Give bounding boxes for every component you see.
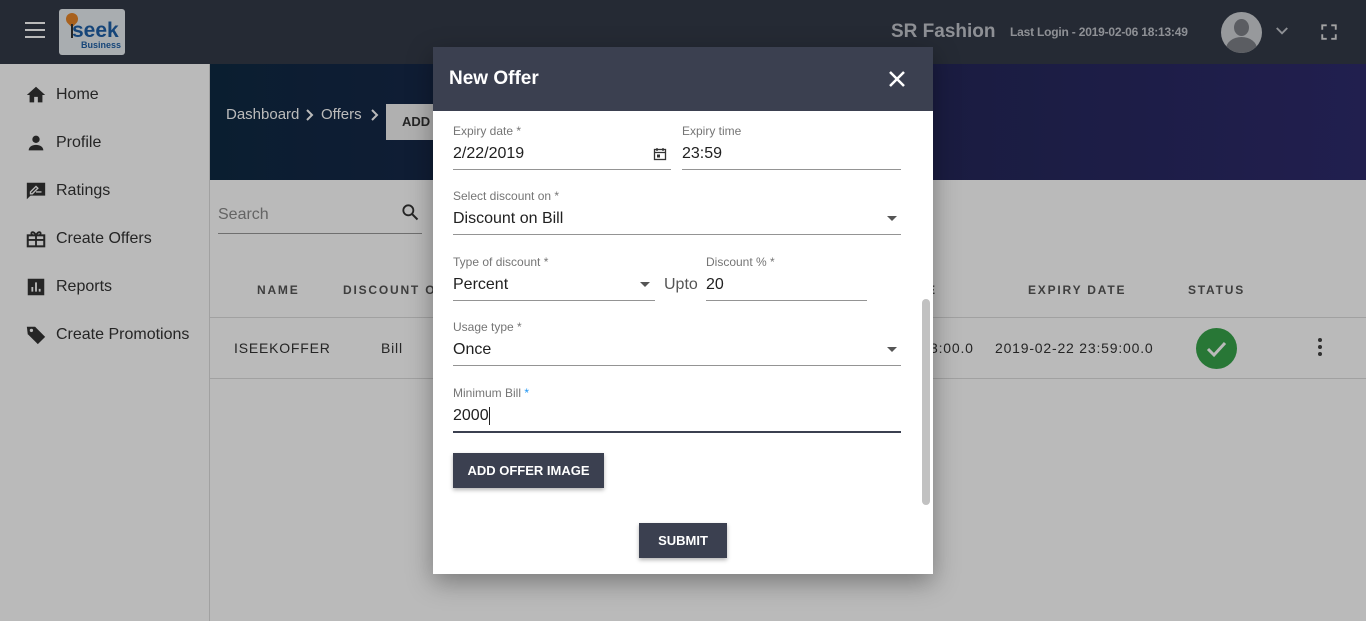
- minimum-bill-field[interactable]: 2000: [453, 407, 489, 425]
- discount-type-select[interactable]: Percent: [453, 276, 508, 294]
- expiry-time-field[interactable]: 23:59: [682, 145, 722, 163]
- required-asterisk: *: [524, 386, 530, 400]
- new-offer-dialog: New Offer Expiry date * 2/22/2019 Expiry…: [433, 47, 933, 574]
- minimum-bill-label: Minimum Bill *: [453, 386, 530, 400]
- dialog-scrollbar[interactable]: [922, 299, 930, 505]
- text-cursor: [489, 407, 490, 425]
- close-icon[interactable]: [887, 69, 907, 89]
- discount-percent-label: Discount % *: [706, 255, 775, 269]
- dialog-header: New Offer: [433, 47, 933, 111]
- dropdown-arrow-icon[interactable]: [887, 347, 897, 352]
- usage-type-label: Usage type *: [453, 320, 522, 334]
- discount-on-label: Select discount on *: [453, 189, 560, 203]
- submit-button[interactable]: SUBMIT: [639, 523, 727, 558]
- dropdown-arrow-icon[interactable]: [640, 282, 650, 287]
- dialog-title: New Offer: [449, 68, 539, 89]
- expiry-date-field[interactable]: 2/22/2019: [453, 145, 524, 163]
- calendar-icon[interactable]: [653, 147, 667, 161]
- discount-on-select[interactable]: Discount on Bill: [453, 210, 563, 228]
- expiry-time-label: Expiry time: [682, 124, 742, 138]
- add-offer-image-button[interactable]: ADD OFFER IMAGE: [453, 453, 604, 488]
- usage-type-select[interactable]: Once: [453, 341, 491, 359]
- discount-type-label: Type of discount *: [453, 255, 549, 269]
- upto-prefix: Upto: [664, 276, 698, 293]
- dropdown-arrow-icon[interactable]: [887, 216, 897, 221]
- expiry-date-label: Expiry date *: [453, 124, 522, 138]
- discount-percent-field[interactable]: 20: [706, 276, 724, 294]
